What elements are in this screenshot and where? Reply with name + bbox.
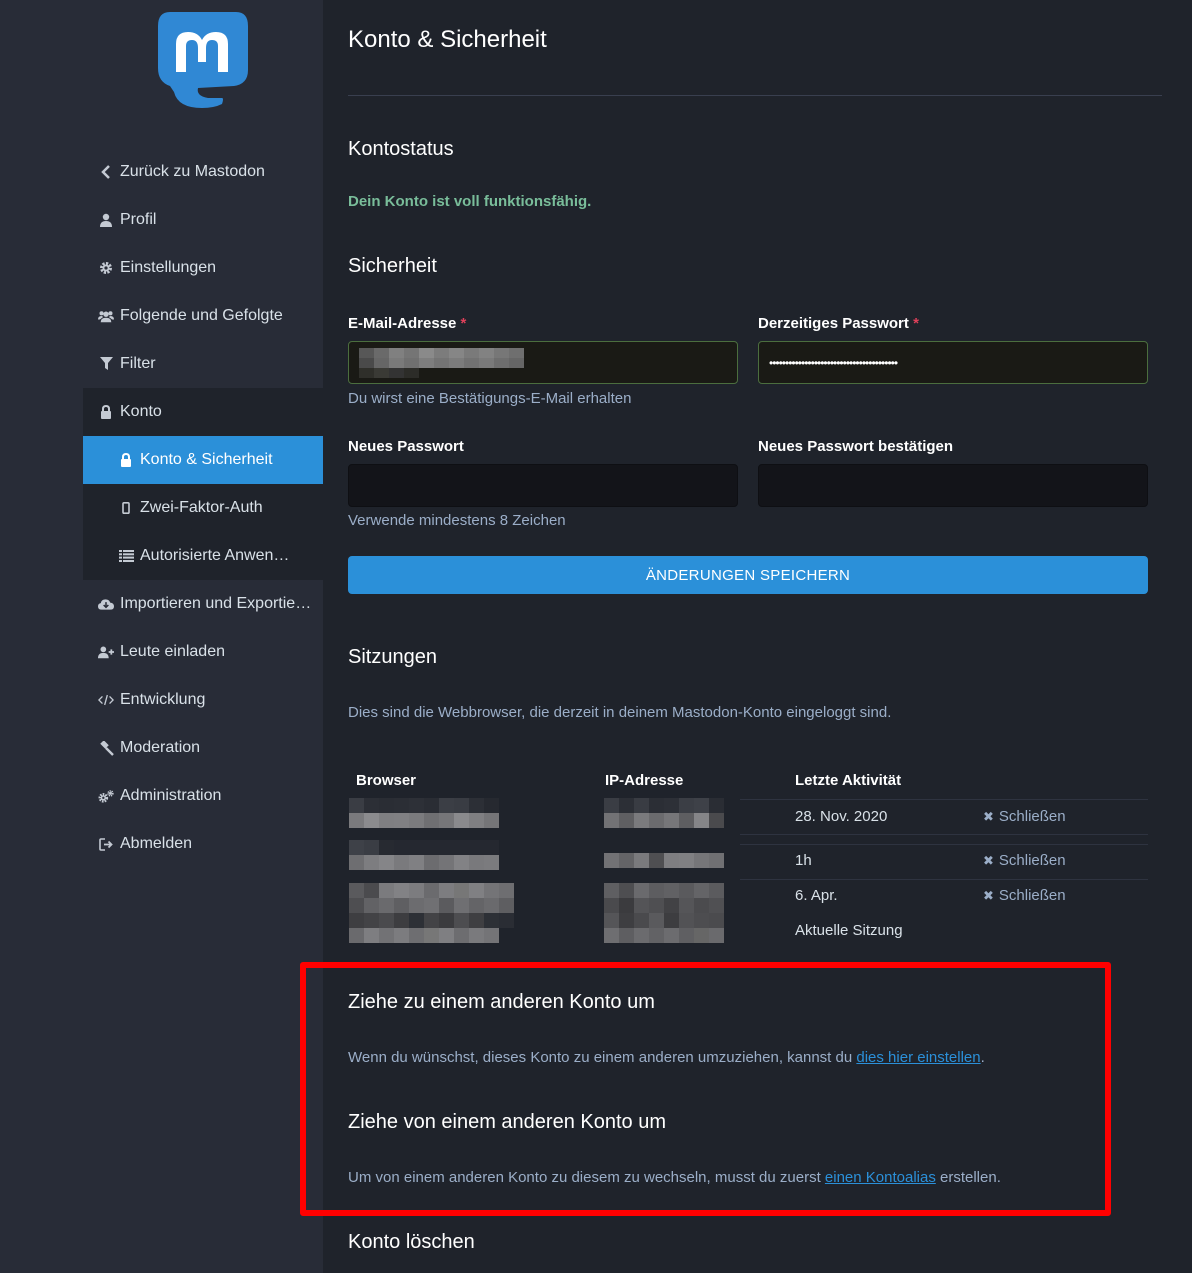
sidebar-item-label: Konto [120, 403, 162, 420]
current-password-label: Derzeitiges Passwort * [758, 315, 919, 332]
save-button[interactable]: ÄNDERUNGEN SPEICHERN [348, 556, 1148, 594]
sidebar: Zurück zu Mastodon Profil Einstellungen … [0, 0, 323, 1273]
redacted-browser [349, 883, 514, 943]
new-password-label: Neues Passwort [348, 438, 464, 455]
redacted-ip [604, 853, 724, 868]
close-session-button[interactable]: ✖ Schließen [983, 808, 1066, 825]
sidebar-submenu-account: Konto Konto & Sicherheit Zwei-Faktor-Aut… [83, 388, 323, 580]
user-plus-icon [98, 645, 114, 659]
sidebar-item-filters[interactable]: Filter [83, 340, 323, 388]
close-icon: ✖ [983, 808, 994, 824]
redacted-browser [349, 840, 499, 870]
list-icon [118, 550, 134, 562]
sidebar-item-development[interactable]: Entwicklung [83, 676, 323, 724]
lock-icon [118, 453, 134, 467]
redacted-ip [604, 883, 724, 943]
sidebar-item-label: Profil [120, 211, 157, 228]
sidebar-item-moderation[interactable]: Moderation [83, 724, 323, 772]
sidebar-item-label: Zwei-Faktor-Auth [140, 499, 263, 516]
sidebar-item-relationships[interactable]: Folgende und Gefolgte [83, 292, 323, 340]
account-status-heading: Kontostatus [348, 138, 454, 160]
session-last-activity: 1h [795, 852, 812, 869]
sidebar-item-label: Administration [120, 787, 222, 804]
table-row-divider [740, 844, 1148, 845]
sidebar-item-label: Zurück zu Mastodon [120, 163, 265, 180]
current-session-label: Aktuelle Sitzung [795, 922, 903, 939]
new-password-field[interactable] [348, 464, 738, 507]
title-divider [348, 95, 1162, 96]
highlight-box [300, 962, 1111, 1216]
sidebar-item-profile[interactable]: Profil [83, 196, 323, 244]
sidebar-item-invites[interactable]: Leute einladen [83, 628, 323, 676]
close-session-button[interactable]: ✖ Schließen [983, 852, 1066, 869]
sidebar-item-logout[interactable]: Abmelden [83, 820, 323, 868]
security-heading: Sicherheit [348, 255, 437, 277]
sidebar-item-administration[interactable]: Administration [83, 772, 323, 820]
sidebar-item-label: Autorisierte Anwen… [140, 547, 290, 564]
column-header-ip: IP-Adresse [605, 772, 684, 789]
sessions-heading: Sitzungen [348, 646, 437, 668]
sidebar-item-back[interactable]: Zurück zu Mastodon [83, 148, 323, 196]
sidebar-item-account[interactable]: Konto [83, 388, 323, 436]
table-row-divider [740, 799, 1148, 800]
users-icon [98, 309, 114, 323]
redacted-ip [604, 798, 724, 828]
delete-account-heading: Konto löschen [348, 1231, 475, 1253]
sidebar-item-label: Moderation [120, 739, 201, 756]
chevron-left-icon [98, 165, 114, 179]
email-hint: Du wirst eine Bestätigungs-E-Mail erhalt… [348, 390, 632, 407]
lock-icon [98, 405, 114, 419]
column-header-browser: Browser [356, 772, 417, 789]
redacted-browser [349, 798, 499, 828]
sidebar-item-label: Entwicklung [120, 691, 206, 708]
table-row-divider [740, 879, 1148, 880]
current-password-field[interactable]: •••••••••••••••••••••••••••••••••••••••• [758, 341, 1148, 384]
sidebar-item-authorized-apps[interactable]: Autorisierte Anwen… [83, 532, 323, 580]
sidebar-item-label: Konto & Sicherheit [140, 451, 273, 468]
filter-icon [98, 357, 114, 371]
sign-out-icon [98, 837, 114, 851]
sidebar-item-label: Importieren und Exportie… [120, 595, 312, 612]
email-label: E-Mail-Adresse * [348, 315, 467, 332]
user-icon [98, 213, 114, 227]
close-icon: ✖ [983, 852, 994, 868]
mastodon-logo-icon[interactable] [156, 8, 250, 108]
cogs-icon [98, 789, 114, 804]
sidebar-item-account-security[interactable]: Konto & Sicherheit [83, 436, 323, 484]
sidebar-item-label: Abmelden [120, 835, 193, 852]
close-icon: ✖ [983, 887, 994, 903]
page-title: Konto & Sicherheit [348, 26, 547, 53]
sidebar-item-label: Leute einladen [120, 643, 225, 660]
confirm-password-field[interactable] [758, 464, 1148, 507]
sidebar-item-label: Folgende und Gefolgte [120, 307, 283, 324]
sidebar-item-import-export[interactable]: Importieren und Exportie… [83, 580, 323, 628]
session-last-activity: 6. Apr. [795, 887, 838, 904]
gavel-icon [98, 740, 114, 756]
gear-icon [98, 261, 114, 275]
sidebar-item-settings[interactable]: Einstellungen [83, 244, 323, 292]
required-mark: * [460, 315, 467, 332]
column-header-last-activity: Letzte Aktivität [795, 772, 902, 789]
mobile-icon [118, 502, 134, 514]
session-last-activity: 28. Nov. 2020 [795, 808, 888, 825]
close-session-button[interactable]: ✖ Schließen [983, 887, 1066, 904]
sessions-intro: Dies sind die Webbrowser, die derzeit in… [348, 704, 892, 721]
code-icon [98, 694, 114, 706]
email-field[interactable] [348, 341, 738, 384]
table-row-divider [740, 834, 1148, 835]
confirm-password-label: Neues Passwort bestätigen [758, 438, 954, 455]
required-mark: * [913, 315, 919, 332]
sidebar-item-label: Einstellungen [120, 259, 217, 276]
account-status-message: Dein Konto ist voll funktionsfähig. [348, 193, 592, 210]
sidebar-item-two-factor[interactable]: Zwei-Faktor-Auth [83, 484, 323, 532]
cloud-download-icon [98, 598, 114, 611]
redacted-email [359, 347, 524, 378]
sidebar-nav: Zurück zu Mastodon Profil Einstellungen … [83, 148, 323, 868]
sidebar-item-label: Filter [120, 355, 156, 372]
password-hint: Verwende mindestens 8 Zeichen [348, 512, 566, 529]
